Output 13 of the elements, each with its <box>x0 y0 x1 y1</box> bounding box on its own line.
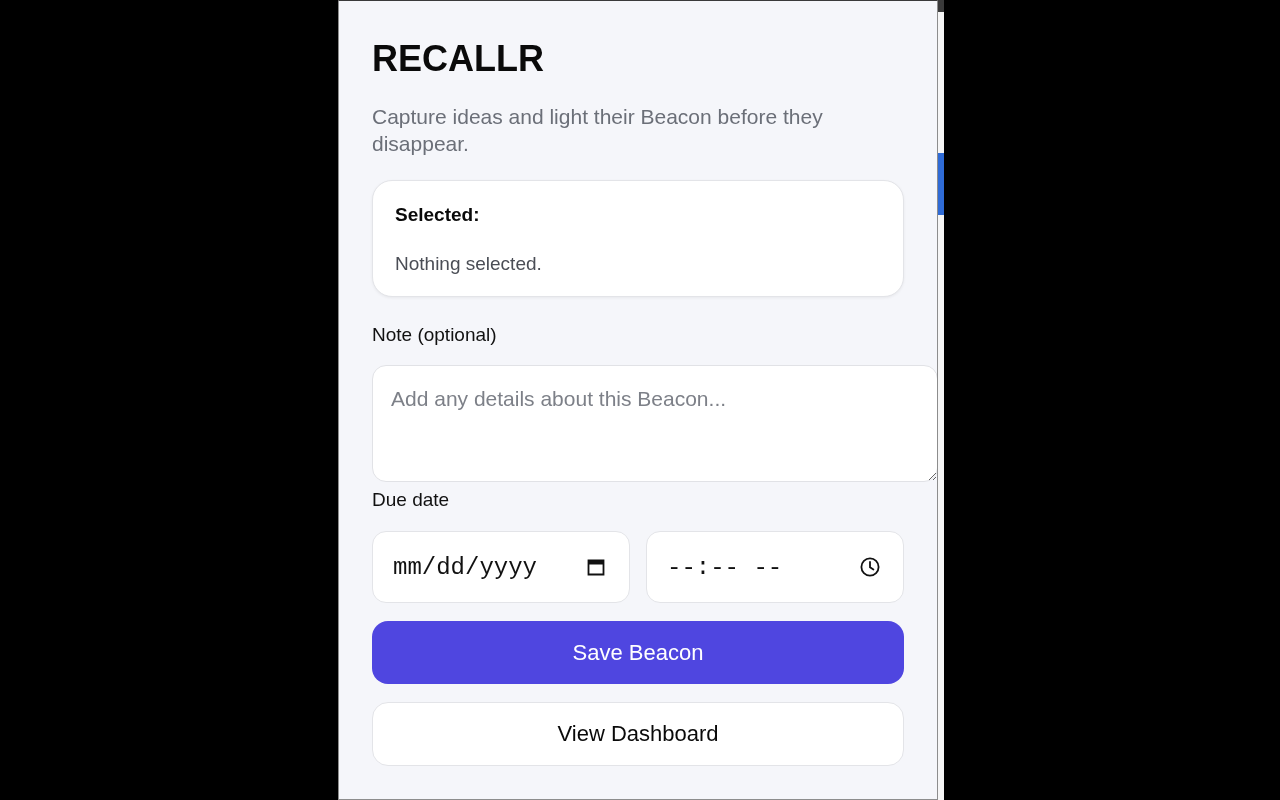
dashboard-button[interactable]: View Dashboard <box>372 702 904 766</box>
date-field[interactable]: mm/dd/yyyy <box>372 531 630 603</box>
time-field[interactable]: --:-- -- <box>646 531 904 603</box>
app-title: RECALLR <box>372 37 544 80</box>
selection-heading: Selected: <box>395 203 480 227</box>
tagline: Capture ideas and light their Beacon before they disappear. <box>372 104 824 157</box>
save-button[interactable]: Save Beacon <box>372 621 904 684</box>
note-field[interactable]: Add any details about this Beacon... <box>372 365 937 482</box>
note-label: Note (optional) <box>372 323 497 347</box>
calendar-icon[interactable] <box>586 557 606 577</box>
clock-icon[interactable] <box>860 557 880 577</box>
due-date-label: Due date <box>372 488 450 512</box>
selection-value: Nothing selected. <box>395 252 542 276</box>
